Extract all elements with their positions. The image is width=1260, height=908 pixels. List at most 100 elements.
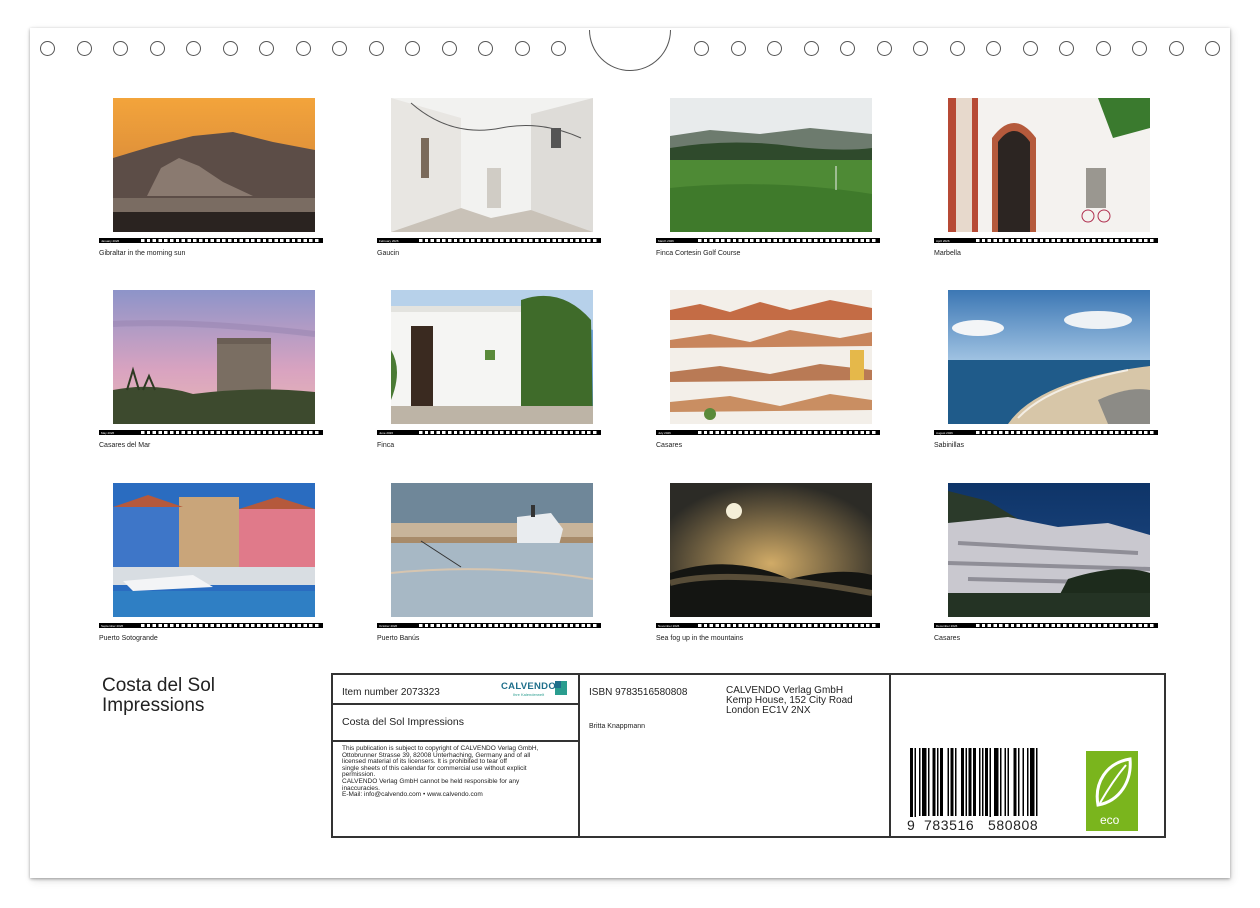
photo-caption: Gibraltar in the morning sun <box>99 250 186 257</box>
binding-hole <box>76 41 92 56</box>
binding-hole <box>986 41 1001 56</box>
photo-caption: Puerto Banús <box>377 635 420 642</box>
month-photo <box>670 290 872 424</box>
eco-badge: eco <box>1086 751 1138 831</box>
day-cells <box>141 431 321 434</box>
photo-caption: Finca <box>377 442 395 449</box>
binding-hole <box>259 41 274 56</box>
product-info-box: Item number 2073323 CALVENDO Ihre Kalend… <box>331 673 1166 838</box>
binding-hole <box>1095 41 1111 56</box>
day-cells <box>141 239 321 242</box>
barcode-digits-left: 783516 <box>923 817 976 833</box>
binding-hole <box>840 41 855 56</box>
binding-hole <box>186 41 201 56</box>
binding-hole <box>441 41 457 56</box>
binding-hole <box>1168 41 1184 56</box>
calendar-title-line1: Costa del Sol <box>102 675 216 696</box>
month-day-strip: August 2026 <box>934 430 1158 435</box>
binding-hole <box>694 41 709 56</box>
calvendo-tagline: Ihre Kalenderwelt <box>513 692 545 697</box>
day-cells <box>419 431 599 434</box>
photo-caption: Sabinillas <box>934 442 964 449</box>
month-photo <box>948 483 1150 617</box>
binding-hole <box>730 41 746 56</box>
author: Britta Knappmann <box>589 723 646 730</box>
month-day-strip: March 2026 <box>656 238 880 243</box>
divider <box>889 675 891 836</box>
month-name: November 2026 <box>658 623 680 628</box>
calvendo-wordmark: CALVENDO <box>501 681 557 692</box>
publisher-address: CALVENDO Verlag GmbH Kemp House, 152 Cit… <box>726 686 853 716</box>
month-day-strip: April 2026 <box>934 238 1158 243</box>
month-day-strip: June 2026 <box>377 430 601 435</box>
month-photo <box>670 483 872 617</box>
binding-hole <box>332 41 347 56</box>
month-name: October 2026 <box>379 623 398 628</box>
month-photo <box>948 98 1150 232</box>
month-day-strip: January 2026 <box>99 238 323 243</box>
month-day-strip: February 2026 <box>377 238 601 243</box>
calendar-title: Costa del Sol Impressions <box>102 676 215 716</box>
binding-hole <box>368 41 384 56</box>
divider <box>333 703 578 705</box>
photo-caption: Sea fog up in the mountains <box>656 635 744 642</box>
binding-hole <box>295 41 311 56</box>
month-name: January 2026 <box>101 238 120 243</box>
barcode: 9 783516 580808 <box>906 748 1056 834</box>
day-cells <box>698 431 878 434</box>
divider <box>578 675 580 836</box>
day-cells <box>976 431 1156 434</box>
photo-caption: Marbella <box>934 250 961 257</box>
month-photo <box>113 98 315 232</box>
photo-caption: Casares del Mar <box>99 442 151 449</box>
binding-hole <box>767 41 782 56</box>
binding-hole <box>1205 41 1220 56</box>
photo-caption: Casares <box>934 635 961 642</box>
month-photo <box>113 290 315 424</box>
binding-hole <box>514 41 530 56</box>
calvendo-logo: CALVENDO Ihre Kalenderwelt <box>501 680 569 698</box>
calendar-title-line2: Impressions <box>102 695 205 716</box>
publisher-line: London EC1V 2NX <box>726 705 811 716</box>
calvendo-mark-icon <box>555 681 567 695</box>
photo-caption: Finca Cortesin Golf Course <box>656 250 741 257</box>
day-cells <box>419 624 599 627</box>
month-name: May 2026 <box>101 430 115 435</box>
month-day-strip: November 2026 <box>656 623 880 628</box>
divider <box>333 740 578 742</box>
isbn: ISBN 9783516580808 <box>589 687 688 698</box>
month-day-strip: May 2026 <box>99 430 323 435</box>
month-photo <box>391 483 593 617</box>
month-day-strip: October 2026 <box>377 623 601 628</box>
photo-caption: Puerto Sotogrande <box>99 635 158 642</box>
month-name: June 2026 <box>379 430 394 435</box>
binding-hole <box>1059 41 1074 56</box>
month-photo <box>391 98 593 232</box>
day-cells <box>976 239 1156 242</box>
month-photo <box>391 290 593 424</box>
day-cells <box>419 239 599 242</box>
month-photo <box>670 98 872 232</box>
month-photo <box>113 483 315 617</box>
month-day-strip: December 2026 <box>934 623 1158 628</box>
binding-hole <box>913 41 928 56</box>
legal-line: single sheets of this calendar for comme… <box>342 764 527 772</box>
month-name: February 2026 <box>379 238 399 243</box>
binding-hole <box>876 41 892 56</box>
day-cells <box>698 624 878 627</box>
product-title: Costa del Sol Impressions <box>342 716 464 728</box>
binding-hole <box>1022 41 1038 56</box>
binding-hole <box>405 41 420 56</box>
binding-hole <box>222 41 238 56</box>
binding-hole <box>149 41 165 56</box>
binding-hole <box>949 41 965 56</box>
month-day-strip: September 2026 <box>99 623 323 628</box>
month-name: April 2026 <box>936 238 950 243</box>
binding-hole <box>1132 41 1147 56</box>
binding-hole <box>803 41 819 56</box>
eco-label: eco <box>1100 813 1120 827</box>
binding-hole <box>40 41 55 56</box>
month-name: September 2026 <box>101 623 124 628</box>
month-name: December 2026 <box>936 623 958 628</box>
month-name: August 2026 <box>936 430 953 435</box>
